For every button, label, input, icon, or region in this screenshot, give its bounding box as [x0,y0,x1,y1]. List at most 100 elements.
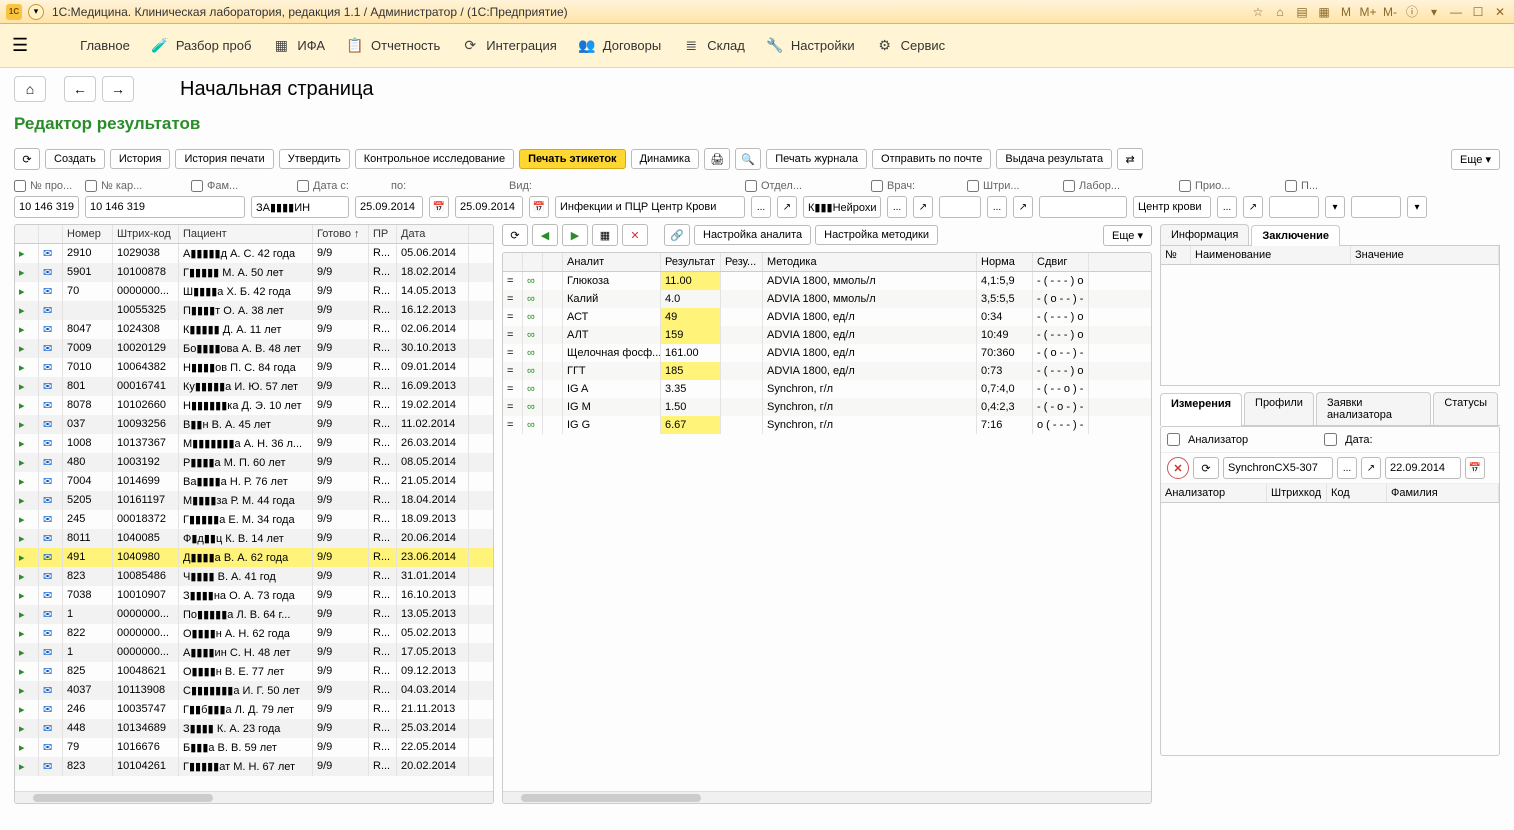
info-icon[interactable]: ⓘ [1404,4,1420,20]
menu-item[interactable]: 🔧Настройки [767,38,855,54]
table-row[interactable]: ▸✉701010064382Н▮▮▮▮ов П. С. 84 года9/9R.… [15,358,493,377]
analyzer-input[interactable] [1223,457,1333,479]
exchange-icon[interactable]: ⇄ [1117,148,1143,170]
dynamics-button[interactable]: Динамика [631,149,700,169]
table-row[interactable]: ▸✉82510048621О▮▮▮▮н В. Е. 77 лет9/9R...0… [15,662,493,681]
col-rez[interactable]: Резу... [721,253,763,271]
analyte-row[interactable]: =∞IG M1.50Synchron, г/л0,4:2,3- ( - o - … [503,398,1151,416]
table-row[interactable]: ▸✉10000000...А▮▮▮▮ин С. Н. 48 лет9/9R...… [15,643,493,662]
control-button[interactable]: Контрольное исследование [355,149,514,169]
tray-mplus[interactable]: M+ [1360,4,1376,20]
open-icon[interactable]: ... [1337,457,1357,479]
open-icon[interactable]: ... [1217,196,1237,218]
menu-item[interactable]: ⚙Сервис [877,38,946,54]
filter-datefrom-input[interactable] [355,196,423,218]
table-row[interactable]: ▸✉80100016741Ку▮▮▮▮▮а И. Ю. 57 лет9/9R..… [15,377,493,396]
date-picker-icon[interactable]: 📅 [429,196,449,218]
table-row[interactable]: ▸✉100810137367М▮▮▮▮▮▮▮а А. Н. 36 л...9/9… [15,434,493,453]
col-method[interactable]: Методика [763,253,977,271]
issue-result-button[interactable]: Выдача результата [996,149,1112,169]
table-row[interactable]: ▸✉807810102660Н▮▮▮▮▮▮ка Д. Э. 10 лет9/9R… [15,396,493,415]
mid-refresh-icon[interactable]: ⟳ [502,224,528,246]
external-icon[interactable]: ↗ [1243,196,1263,218]
tab-requests[interactable]: Заявки анализатора [1316,392,1431,425]
mid-more-button[interactable]: Еще ▾ [1103,225,1152,246]
table-row[interactable]: ▸✉590110100878Г▮▮▮▮▮ М. А. 50 лет9/9R...… [15,263,493,282]
tab-info[interactable]: Информация [1160,224,1249,245]
table-row[interactable]: ▸✉4801003192Р▮▮▮▮а М. П. 60 лет9/9R...08… [15,453,493,472]
analyte-row[interactable]: =∞IG A3.35Synchron, г/л0,7:4,0- ( - - o … [503,380,1151,398]
filter-fio-input[interactable] [251,196,349,218]
forward-button[interactable]: → [102,76,134,102]
tray-icon[interactable]: ☆ [1250,4,1266,20]
tab-conclusion[interactable]: Заключение [1251,225,1340,246]
tab-measurements[interactable]: Измерения [1160,393,1242,426]
back-button[interactable]: ← [64,76,96,102]
analyte-row[interactable]: =∞АСТ49ADVIA 1800, ед/л0:34- ( - - - ) o [503,308,1151,326]
table-row[interactable]: ▸✉4911040980Д▮▮▮▮а В. А. 62 года9/9R...2… [15,548,493,567]
filter-checkbox[interactable] [191,180,203,192]
open-icon[interactable]: ... [751,196,771,218]
filter-checkbox[interactable] [85,180,97,192]
col-analyte[interactable]: Аналит [563,253,661,271]
table-row[interactable]: ▸✉44810134689З▮▮▮▮ К. А. 23 года9/9R...2… [15,719,493,738]
filter-doctor-input[interactable] [939,196,981,218]
menu-item[interactable]: 🧪Разбор проб [152,38,252,54]
filter-prio-input[interactable] [1269,196,1319,218]
table-row[interactable]: ▸✉29101029038А▮▮▮▮▮д А. С. 42 года9/9R..… [15,244,493,263]
table-row[interactable]: ▸✉8220000000...О▮▮▮▮н А. Н. 62 года9/9R.… [15,624,493,643]
date-input[interactable] [1385,457,1461,479]
refresh-icon[interactable]: ⟳ [1193,457,1219,479]
maximize-icon[interactable]: ☐ [1470,4,1486,20]
tray-m[interactable]: M [1338,4,1354,20]
burger-icon[interactable]: ☰ [12,35,28,56]
col-code[interactable]: Код [1327,484,1387,502]
analyte-row[interactable]: =∞Щелочная фосф...161.00ADVIA 1800, ед/л… [503,344,1151,362]
menu-item[interactable]: 👥Договоры [579,38,661,54]
external-icon[interactable]: ↗ [1013,196,1033,218]
filter-id1-input[interactable] [14,196,79,218]
tab-statuses[interactable]: Статусы [1433,392,1498,425]
filter-kind-input[interactable] [555,196,745,218]
filter-dateto-input[interactable] [455,196,523,218]
analyte-row[interactable]: =∞IG G6.67Synchron, г/л7:16o ( - - - ) - [503,416,1151,434]
mid-delete-icon[interactable]: ✕ [622,224,648,246]
table-row[interactable]: ▸✉24500018372Г▮▮▮▮▮а Е. М. 34 года9/9R..… [15,510,493,529]
col-bar[interactable]: Штрих-код [113,225,179,243]
date-picker-icon[interactable]: 📅 [529,196,549,218]
col-num[interactable]: Номер [63,225,113,243]
col-got[interactable]: Готово ↑ [313,225,369,243]
tray-icon[interactable]: ▤ [1294,4,1310,20]
table-row[interactable]: ▸✉403710113908С▮▮▮▮▮▮▮а И. Г. 50 лет9/9R… [15,681,493,700]
dropdown-icon[interactable]: ▾ [1426,4,1442,20]
filter-checkbox[interactable] [14,180,26,192]
print-icon[interactable]: 🖨 [704,148,730,170]
analyte-row[interactable]: =∞Калий4.0ADVIA 1800, ммоль/л3,5:5,5- ( … [503,290,1151,308]
more-button[interactable]: Еще ▾ [1451,149,1500,170]
menu-item[interactable]: 📋Отчетность [347,38,440,54]
table-row[interactable]: ▸✉10055325П▮▮▮▮т О. А. 38 лет9/9R...16.1… [15,301,493,320]
filter-checkbox[interactable] [745,180,757,192]
col-barcode[interactable]: Штрихкод [1267,484,1327,502]
print-labels-button[interactable]: Печать этикеток [519,149,625,169]
approve-button[interactable]: Утвердить [279,149,350,169]
table-row[interactable]: ▸✉70041014699Ва▮▮▮▮а Н. Р. 76 лет9/9R...… [15,472,493,491]
table-row[interactable]: ▸✉700000000...Ш▮▮▮▮а Х. Б. 42 года9/9R..… [15,282,493,301]
tray-icon[interactable]: ⌂ [1272,4,1288,20]
col-pat[interactable]: Пациент [179,225,313,243]
home-button[interactable]: ⌂ [14,76,46,102]
tray-mminus[interactable]: M- [1382,4,1398,20]
tab-profiles[interactable]: Профили [1244,392,1314,425]
filter-shtr-input[interactable] [1039,196,1127,218]
print-history-button[interactable]: История печати [175,149,273,169]
col-analyzer[interactable]: Анализатор [1161,484,1267,502]
col-result[interactable]: Результат [661,253,721,271]
table-row[interactable]: ▸✉03710093256В▮▮н В. А. 45 лет9/9R...11.… [15,415,493,434]
external-icon[interactable]: ↗ [913,196,933,218]
col-date[interactable]: Дата [397,225,469,243]
menu-item[interactable]: Главное [56,38,130,54]
col-norm[interactable]: Норма [977,253,1033,271]
preview-icon[interactable]: 🔍 [735,148,761,170]
hscrollbar[interactable] [503,791,1151,803]
clear-icon[interactable]: ✕ [1167,457,1189,479]
